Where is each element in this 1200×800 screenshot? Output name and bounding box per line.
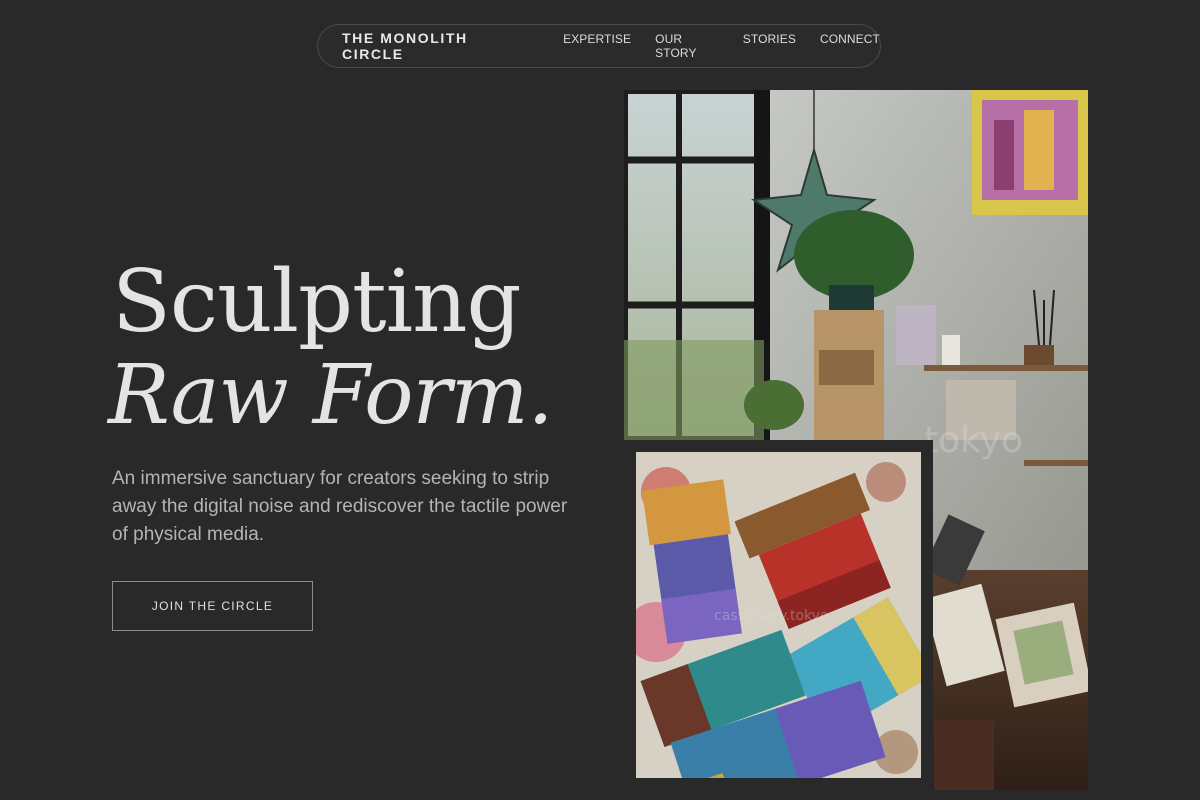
join-circle-button[interactable]: JOIN THE CIRCLE: [112, 581, 313, 631]
nav-links: EXPERTISE OUR STORY STORIES CONNECT: [563, 32, 880, 60]
headline-line-2: Raw Form.: [108, 348, 554, 443]
hero-headline: Sculpting Raw Form.: [108, 252, 554, 442]
nav-link-expertise[interactable]: EXPERTISE: [563, 32, 631, 60]
nav-link-stories[interactable]: STORIES: [743, 32, 796, 60]
brand-logo[interactable]: THE MONOLITH CIRCLE: [342, 30, 530, 62]
brushes-watermark: cassowary.tokyo: [714, 608, 829, 624]
nav-link-our-story[interactable]: OUR STORY: [655, 32, 719, 60]
studio-watermark: tokyo: [924, 420, 1024, 461]
page: THE MONOLITH CIRCLE EXPERTISE OUR STORY …: [0, 0, 1200, 800]
top-nav: THE MONOLITH CIRCLE EXPERTISE OUR STORY …: [317, 24, 881, 68]
hero-description: An immersive sanctuary for creators seek…: [112, 468, 568, 545]
nav-link-connect[interactable]: CONNECT: [820, 32, 880, 60]
brushes-photo: cassowary.tokyo: [636, 452, 921, 778]
headline-line-1: Sculpting: [112, 252, 522, 352]
